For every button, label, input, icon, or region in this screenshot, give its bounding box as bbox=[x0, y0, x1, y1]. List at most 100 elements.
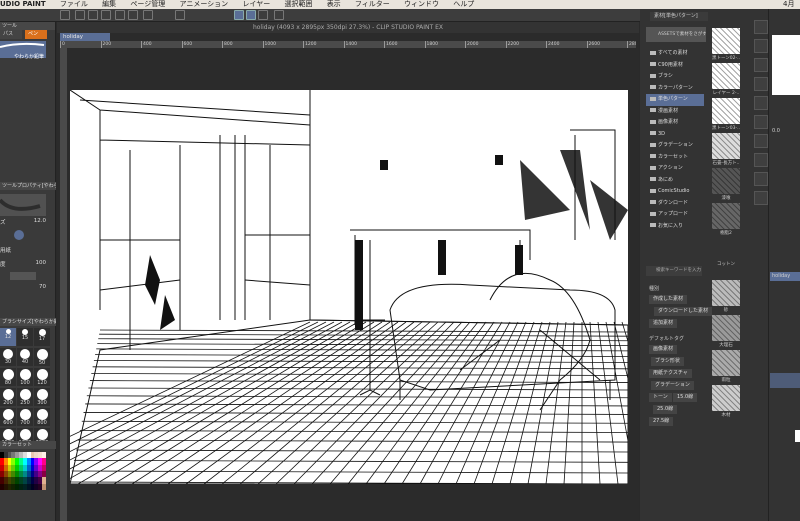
menu-filter[interactable]: フィルター bbox=[355, 0, 390, 8]
material-tree-item[interactable]: 漫画素材 bbox=[646, 106, 704, 118]
material-tree-item[interactable]: すべての素材 bbox=[646, 48, 704, 60]
material-tree-item[interactable]: アップロード bbox=[646, 209, 704, 221]
brush-size-cell[interactable]: 17 bbox=[34, 328, 50, 346]
material-thumbnail[interactable] bbox=[712, 28, 740, 54]
material-tree-item[interactable]: ブラシ bbox=[646, 71, 704, 83]
brush-size-cell[interactable]: 50 bbox=[34, 348, 50, 366]
material-thumbnail[interactable] bbox=[712, 203, 740, 229]
brush-size-cell[interactable]: 200 bbox=[0, 388, 16, 406]
snap-grid-icon[interactable] bbox=[258, 10, 268, 20]
material-thumbnail[interactable] bbox=[712, 98, 740, 124]
fill-icon[interactable] bbox=[175, 10, 185, 20]
color-swatch[interactable] bbox=[42, 483, 46, 490]
material-panel-tab[interactable]: 素材[単色パターン] bbox=[650, 12, 708, 21]
material-thumbnail[interactable] bbox=[712, 315, 740, 341]
brush-size-cell[interactable]: 800 bbox=[34, 408, 50, 426]
snap-special-ruler-icon[interactable] bbox=[246, 10, 256, 20]
canvas-artwork[interactable] bbox=[70, 90, 628, 484]
menu-edit[interactable]: 編集 bbox=[102, 0, 116, 8]
new-file-icon[interactable] bbox=[75, 10, 85, 20]
tag-button[interactable]: 25.0線 bbox=[653, 405, 678, 414]
material-action-icon[interactable] bbox=[754, 96, 768, 110]
subtool-tab-path[interactable]: パス bbox=[0, 30, 22, 39]
material-action-icon[interactable] bbox=[754, 134, 768, 148]
menu-layer[interactable]: レイヤー bbox=[242, 0, 270, 8]
brush-size-cell[interactable]: 80 bbox=[0, 368, 16, 386]
material-action-icon[interactable] bbox=[754, 153, 768, 167]
tag-button[interactable]: 追加素材 bbox=[649, 319, 678, 328]
material-tree-item[interactable]: 単色パターン bbox=[646, 94, 704, 106]
tag-button[interactable]: 27.5線 bbox=[649, 417, 674, 426]
material-tree-item[interactable]: ComicStudio bbox=[646, 186, 704, 198]
undo-icon[interactable] bbox=[115, 10, 125, 20]
tag-button[interactable]: 用紙テクスチャ bbox=[649, 369, 692, 378]
menu-selection[interactable]: 選択範囲 bbox=[284, 0, 312, 8]
keyword-search-input[interactable]: 検索キーワードを入力 bbox=[646, 266, 702, 276]
material-tree-item[interactable]: お気に入り bbox=[646, 221, 704, 233]
material-action-icon[interactable] bbox=[754, 39, 768, 53]
material-thumbnail[interactable] bbox=[712, 385, 740, 411]
layer-item-holiday[interactable]: holiday bbox=[770, 272, 800, 281]
brush-size-cell[interactable]: 600 bbox=[0, 408, 16, 426]
color-swatches[interactable] bbox=[0, 452, 46, 490]
brush-size-cell[interactable]: 700 bbox=[17, 408, 33, 426]
tag-button[interactable]: グラデーション bbox=[651, 381, 694, 390]
menu-help[interactable]: ヘルプ bbox=[453, 0, 474, 8]
brush-size-cell[interactable]: 40 bbox=[17, 348, 33, 366]
material-tree-item[interactable]: アクション bbox=[646, 163, 704, 175]
redo-icon[interactable] bbox=[128, 10, 138, 20]
menu-page[interactable]: ページ管理 bbox=[130, 0, 165, 8]
material-tree-item[interactable]: C90用素材 bbox=[646, 60, 704, 72]
brush-size-cell[interactable]: 300 bbox=[34, 388, 50, 406]
brush-size-cell[interactable]: 30 bbox=[0, 348, 16, 366]
menu-window[interactable]: ウィンドウ bbox=[404, 0, 439, 8]
brush-size-cell[interactable]: 15 bbox=[17, 328, 33, 346]
density-button[interactable] bbox=[10, 272, 36, 280]
material-action-icon[interactable] bbox=[754, 115, 768, 129]
material-thumbnail[interactable] bbox=[712, 280, 740, 306]
brush-size-cell[interactable]: 12 bbox=[0, 328, 16, 346]
brush-size-value[interactable]: 12.0 bbox=[34, 218, 46, 224]
brush-size-cell[interactable]: 100 bbox=[17, 368, 33, 386]
refresh-icon[interactable] bbox=[274, 10, 284, 20]
material-tree-item[interactable]: カラーセット bbox=[646, 152, 704, 164]
navigator-preview[interactable] bbox=[772, 35, 800, 95]
material-action-icon[interactable] bbox=[754, 20, 768, 34]
navigator-rotation[interactable]: 0.0 bbox=[772, 128, 780, 134]
material-action-icon[interactable] bbox=[754, 58, 768, 72]
material-action-icon[interactable] bbox=[754, 191, 768, 205]
material-action-icon[interactable] bbox=[754, 77, 768, 91]
brush-size-cell[interactable]: 120 bbox=[34, 368, 50, 386]
tag-button[interactable]: ダウンロードした素材 bbox=[654, 307, 713, 316]
tag-button[interactable]: 作成した素材 bbox=[649, 295, 688, 304]
menu-file[interactable]: ファイル bbox=[60, 0, 88, 8]
new-icon[interactable] bbox=[60, 10, 70, 20]
material-thumbnail[interactable] bbox=[712, 133, 740, 159]
material-tree-item[interactable]: 画像素材 bbox=[646, 117, 704, 129]
snap-ruler-icon[interactable] bbox=[234, 10, 244, 20]
search-assets-button[interactable]: ASSETSで素材をさがす bbox=[646, 27, 706, 42]
material-tree-item[interactable]: 3D bbox=[646, 129, 704, 141]
material-action-icon[interactable] bbox=[754, 172, 768, 186]
density-value[interactable]: 100 bbox=[36, 260, 47, 266]
brush-size-cell[interactable]: 250 bbox=[17, 388, 33, 406]
material-tree-item[interactable]: ダウンロード bbox=[646, 198, 704, 210]
material-thumbnail[interactable] bbox=[712, 350, 740, 376]
menu-view[interactable]: 表示 bbox=[327, 0, 341, 8]
layer-row-selected[interactable] bbox=[770, 373, 800, 388]
material-tree-item[interactable]: グラデーション bbox=[646, 140, 704, 152]
tag-button[interactable]: 画像素材 bbox=[649, 345, 678, 354]
brush-tip-selected[interactable] bbox=[14, 230, 24, 240]
material-thumbnail[interactable] bbox=[712, 168, 740, 194]
tab-holiday[interactable]: holiday bbox=[60, 33, 110, 41]
save-icon[interactable] bbox=[101, 10, 111, 20]
tag-button[interactable]: ブラシ形状 bbox=[651, 357, 684, 366]
tag-button[interactable]: 15.0線 bbox=[673, 393, 698, 402]
menu-animation[interactable]: アニメーション bbox=[179, 0, 228, 8]
material-thumbnail[interactable] bbox=[712, 63, 740, 89]
material-tree-item[interactable]: あにめ bbox=[646, 175, 704, 187]
bottom-value[interactable]: 70 bbox=[39, 284, 46, 290]
tag-button[interactable]: トーン bbox=[649, 393, 672, 402]
select-icon[interactable] bbox=[143, 10, 153, 20]
open-icon[interactable] bbox=[88, 10, 98, 20]
